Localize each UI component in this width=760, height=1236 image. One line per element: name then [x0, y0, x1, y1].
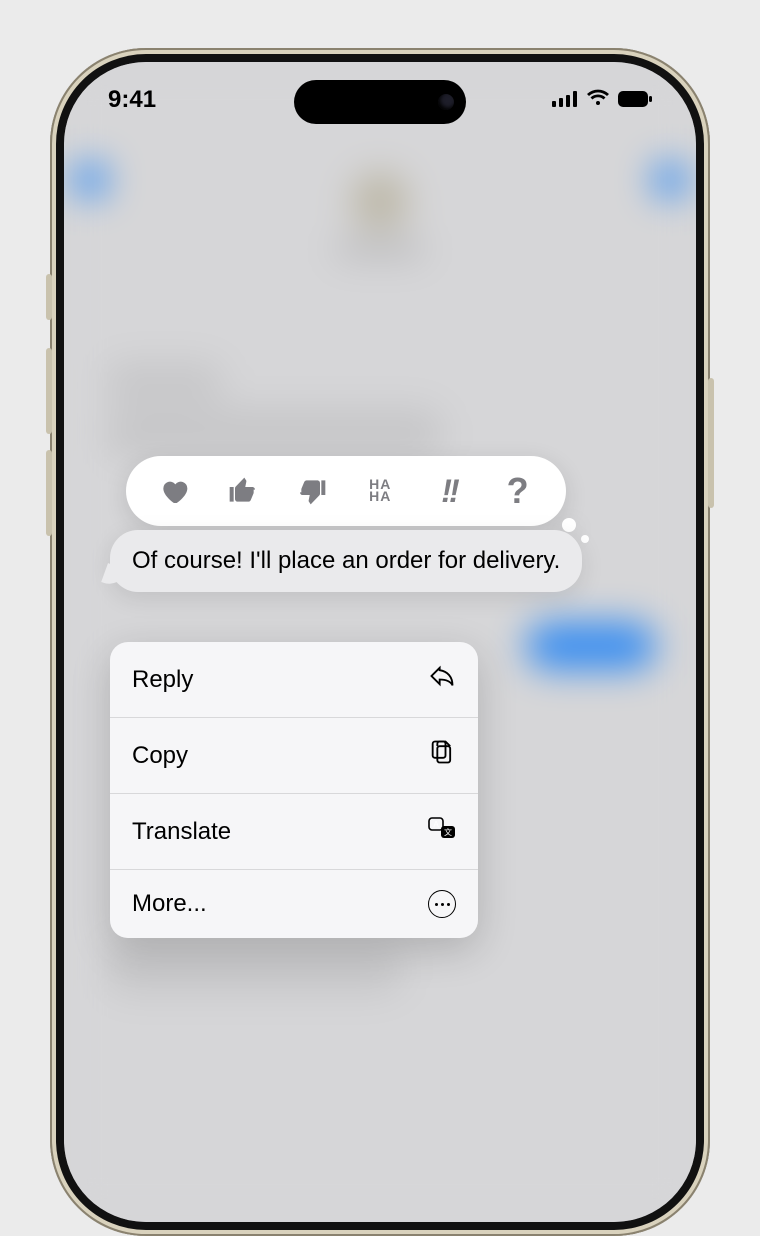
translate-icon: A 文 — [428, 814, 456, 849]
mute-switch — [46, 274, 52, 320]
svg-text:A: A — [433, 820, 439, 829]
screen: 9:41 — [64, 62, 696, 1222]
svg-text:文: 文 — [444, 827, 452, 837]
message-bubble[interactable]: Of course! I'll place an order for deliv… — [110, 530, 582, 592]
message-context-menu: Reply Copy Trans — [110, 642, 478, 938]
menu-item-translate[interactable]: Translate A 文 — [110, 793, 478, 869]
message-text: Of course! I'll place an order for deliv… — [132, 547, 560, 574]
reply-icon — [428, 662, 456, 697]
menu-item-label: Translate — [132, 818, 231, 846]
tapback-question-text: ? — [507, 470, 529, 512]
menu-item-label: Reply — [132, 666, 193, 694]
tapback-exclaim-text: !! — [441, 473, 456, 510]
menu-item-label: More... — [132, 890, 207, 918]
menu-item-reply[interactable]: Reply — [110, 642, 478, 717]
tapback-bar: HAHA !! ? — [126, 456, 566, 526]
tapback-thumbs-down[interactable] — [292, 471, 332, 511]
tapback-haha-text: HAHA — [369, 479, 391, 503]
tapback-haha[interactable]: HAHA — [360, 471, 400, 511]
iphone-frame: 9:41 — [50, 48, 710, 1236]
more-icon — [428, 890, 456, 918]
side-button — [708, 378, 714, 508]
tapback-exclaim[interactable]: !! — [429, 471, 469, 511]
tapback-question[interactable]: ? — [498, 471, 538, 511]
volume-up-button — [46, 348, 52, 434]
tapback-thumbs-up[interactable] — [223, 471, 263, 511]
menu-item-label: Copy — [132, 742, 188, 770]
volume-down-button — [46, 450, 52, 536]
menu-item-copy[interactable]: Copy — [110, 717, 478, 793]
menu-item-more[interactable]: More... — [110, 869, 478, 938]
tapback-heart[interactable] — [154, 471, 194, 511]
copy-icon — [428, 738, 456, 773]
